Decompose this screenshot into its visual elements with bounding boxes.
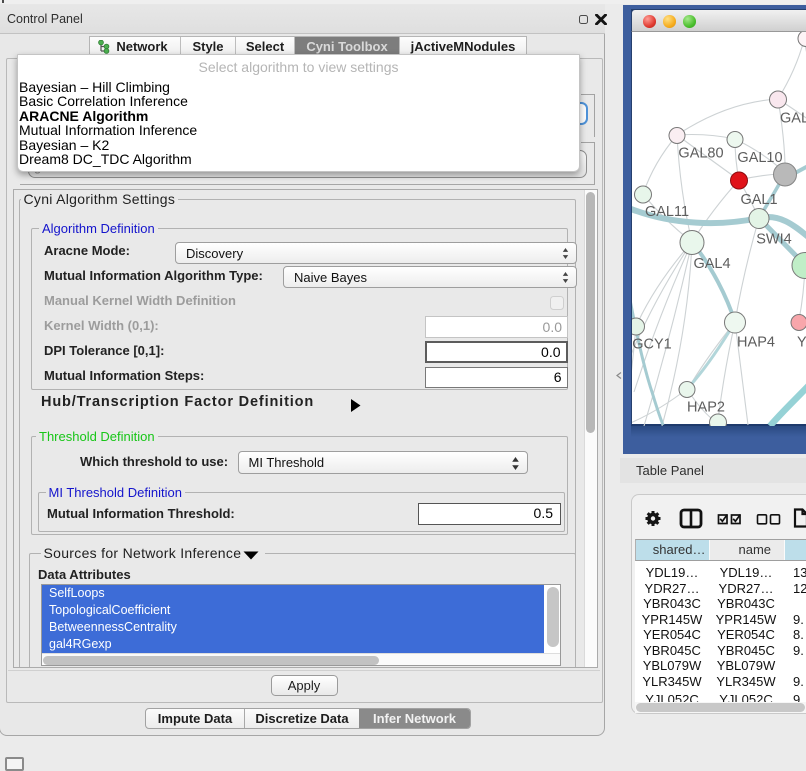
svg-text:GAL80: GAL80 [678,146,723,162]
svg-text:HAP2: HAP2 [687,400,725,416]
svg-text:GAL1: GAL1 [740,192,777,208]
svg-text:GAL4: GAL4 [693,256,730,272]
svg-text:GAL10: GAL10 [737,150,782,166]
svg-text:HAP4: HAP4 [737,335,775,351]
svg-text:Y: Y [797,335,806,351]
svg-text:GAL2: GAL2 [780,111,806,127]
svg-text:GCY1: GCY1 [632,337,672,353]
svg-text:SWI4: SWI4 [756,232,791,248]
svg-text:GAL11: GAL11 [645,204,689,220]
